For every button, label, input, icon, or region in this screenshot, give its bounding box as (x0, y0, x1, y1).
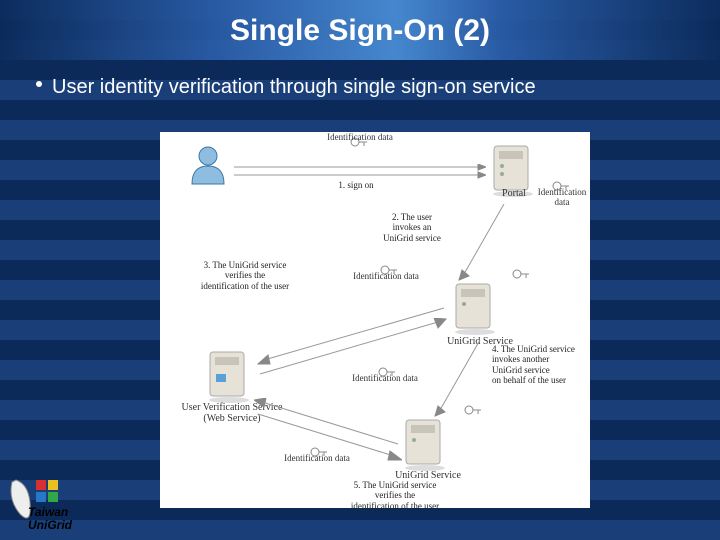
taiwan-unigrid-logo: Taiwan UniGrid (6, 474, 84, 534)
key-icon (512, 266, 530, 276)
step-5-text: 5. The UniGrid service verifies the iden… (320, 480, 470, 511)
step-1-text: 1. sign on (316, 180, 396, 190)
unigrid-service-1-icon (452, 280, 498, 336)
slide-title: Single Sign-On (2) (0, 14, 720, 48)
logo-text-bot: UniGrid (28, 518, 73, 532)
arrow-invoke-1 (456, 204, 512, 282)
key-label-5: Identification data (282, 454, 352, 464)
step-4-text: 4. The UniGrid service invokes another U… (492, 344, 588, 385)
unigrid-service-2-icon (402, 416, 448, 472)
step-2-text: 2. The user invokes an UniGrid service (370, 212, 454, 243)
key-label-2: Identification data (534, 188, 590, 208)
arrow-invoke-2 (432, 340, 492, 418)
bullet-dot-icon (36, 81, 42, 87)
logo-text-top: Taiwan (28, 505, 68, 519)
user-icon (186, 142, 230, 186)
bullet-text: User identity verification through singl… (52, 76, 536, 98)
key-label-3: Identification data (346, 272, 426, 282)
key-icon (464, 402, 482, 412)
key-label-4: Identification data (350, 374, 420, 384)
uvs-server-icon (206, 348, 252, 404)
step-3-text: 3. The UniGrid service verifies the iden… (170, 260, 320, 291)
key-label-1: Identification data (300, 132, 420, 142)
arrow-signon (234, 164, 486, 180)
sso-diagram: Portal UniGrid Service User Verification… (160, 132, 590, 508)
bullet-line: User identity verification through singl… (36, 76, 684, 99)
